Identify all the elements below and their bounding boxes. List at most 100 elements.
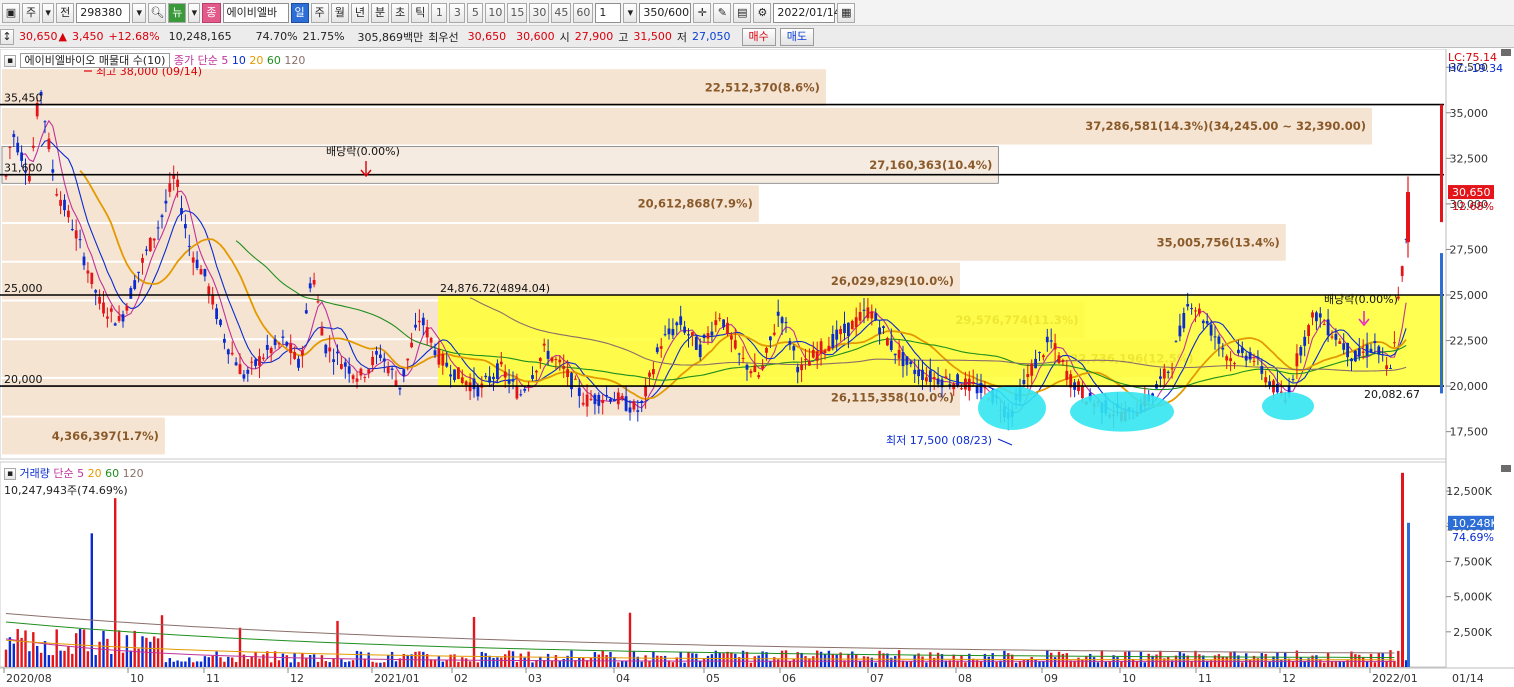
candle-body (1159, 376, 1162, 379)
candle-body (460, 377, 464, 383)
volume-y-label: 12,500K (1446, 485, 1492, 498)
volume-legend-label[interactable]: 거래량 (20, 467, 50, 480)
candle-body (983, 387, 987, 389)
minute-1-button[interactable]: 1 (431, 2, 448, 23)
volume-bar (1323, 662, 1326, 667)
candle-body (971, 381, 975, 384)
minute-5-button[interactable]: 5 (467, 2, 484, 23)
crosshair-icon[interactable]: ✛ (693, 2, 712, 23)
candle-body (109, 308, 113, 312)
dropdown-arrow-icon[interactable]: ▾ (132, 2, 147, 23)
chart-toolbar: ▣ 주 ▾ 전 298380 ▾ 🔍︎ 뉴 ▾ 종 에이비엘바 일 주 월 년 … (0, 0, 1514, 26)
count-display[interactable]: 350/600 (639, 2, 692, 23)
save-icon[interactable]: ▤ (733, 2, 752, 23)
stock-code-input[interactable]: 298380 (76, 2, 131, 23)
volume-bar (1092, 657, 1096, 667)
ma-legend-label[interactable]: 종가 단순 5 (174, 54, 228, 67)
unit-input[interactable]: 1 (595, 2, 622, 23)
indicator-name[interactable]: 에이비엘바이오 매물대 수(10) (19, 53, 171, 68)
candle-body (1268, 381, 1271, 386)
candle-body (1373, 341, 1377, 344)
volume-profile-label: 20,612,868(7.9%) (638, 197, 753, 211)
buy-button[interactable]: 매수 (741, 27, 776, 46)
candle-body (854, 317, 858, 328)
support-highlight (1262, 392, 1314, 421)
x-tick-label: 07 (870, 672, 884, 685)
candle-body (117, 316, 121, 321)
volume-bar (1120, 661, 1123, 667)
draw-tool-icon[interactable]: ✎ (713, 2, 732, 23)
volume-bar (601, 650, 604, 667)
candle-body (566, 369, 569, 378)
volume-bar (184, 661, 187, 667)
volume-panel-menu-icon[interactable]: ▪ (4, 468, 16, 480)
candle-body (831, 334, 835, 348)
tab-tick[interactable]: 틱 (411, 2, 430, 23)
vma20-legend[interactable]: 20 (88, 467, 102, 480)
minute-60-button[interactable]: 60 (573, 2, 594, 23)
ma20-legend[interactable]: 20 (249, 54, 263, 67)
minute-30-button[interactable]: 30 (529, 2, 550, 23)
candle-body (975, 386, 979, 394)
candle-body (808, 361, 811, 366)
date-input[interactable]: 2022/01/14 (773, 2, 841, 23)
volume-bar (176, 660, 179, 667)
volume-bar (722, 653, 725, 667)
sell-button[interactable]: 매도 (779, 27, 815, 46)
price-volume-chart[interactable]: 22,512,370(8.6%) 37,286,581(14.3%)(34,245… (0, 49, 1514, 687)
calendar-icon[interactable]: ▦ (837, 2, 856, 23)
vma60-legend[interactable]: 60 (105, 467, 119, 480)
tab-minute[interactable]: 분 (371, 2, 390, 23)
tab-year[interactable]: 년 (350, 2, 369, 23)
unit-dropdown-icon[interactable]: ▾ (623, 2, 638, 23)
search-icon[interactable]: 🔍︎ (148, 2, 167, 23)
tab-second[interactable]: 초 (391, 2, 410, 23)
volume-bar (164, 662, 168, 667)
volume-bar (1081, 659, 1084, 667)
candle-body (421, 317, 425, 326)
gear-icon[interactable]: ⚙ (753, 2, 772, 23)
candle-body (172, 175, 176, 179)
chevron-down-icon[interactable]: ▾ (42, 2, 55, 23)
vma120-legend[interactable]: 120 (123, 467, 144, 480)
candle-body (160, 215, 164, 218)
volume-bar (683, 662, 686, 667)
panel-menu-icon[interactable]: ▪ (4, 55, 16, 67)
minute-3-button[interactable]: 3 (449, 2, 466, 23)
ma120-legend[interactable]: 120 (284, 54, 305, 67)
volume-bar (480, 651, 483, 667)
candle-body (242, 374, 246, 379)
tab-month[interactable]: 월 (330, 2, 349, 23)
tab-week[interactable]: 주 (310, 2, 329, 23)
quote-toggle-icon[interactable]: ↕ (0, 28, 14, 45)
ma60-legend[interactable]: 60 (267, 54, 281, 67)
news-dropdown-icon[interactable]: ▾ (188, 2, 201, 23)
hc-label: HC:-19.34 (1448, 62, 1503, 75)
minute-10-button[interactable]: 10 (485, 2, 506, 23)
stock-name-field[interactable]: 에이비엘바 (222, 2, 289, 23)
candle-body (390, 368, 394, 370)
minute-45-button[interactable]: 45 (551, 2, 572, 23)
compare-button[interactable]: 전 (56, 2, 75, 23)
news-button[interactable]: 뉴 (168, 2, 187, 23)
volume-bar (1330, 661, 1334, 667)
volume-bar (39, 652, 43, 667)
volume-bar (383, 662, 386, 667)
candle-body (148, 237, 152, 252)
y-tick-label: 22,500 (1450, 335, 1489, 348)
volume-profile-label: 22,512,370(8.6%) (705, 80, 820, 94)
volume-bar (1135, 661, 1139, 667)
chart-menu-icon[interactable]: ▣ (2, 2, 20, 23)
minute-15-button[interactable]: 15 (507, 2, 528, 23)
volume-bar (1038, 661, 1041, 667)
volume-bar (855, 654, 858, 667)
candle-body (382, 358, 386, 362)
period-select[interactable]: 주 (22, 2, 41, 23)
tab-day[interactable]: 일 (290, 2, 309, 23)
volume-bar (211, 655, 214, 667)
ma10-legend[interactable]: 10 (232, 54, 246, 67)
x-tick-label: 08 (958, 672, 972, 685)
candle-body (1057, 355, 1061, 363)
volume-ma-label[interactable]: 단순 5 (53, 467, 84, 480)
volume-bar (468, 661, 472, 667)
